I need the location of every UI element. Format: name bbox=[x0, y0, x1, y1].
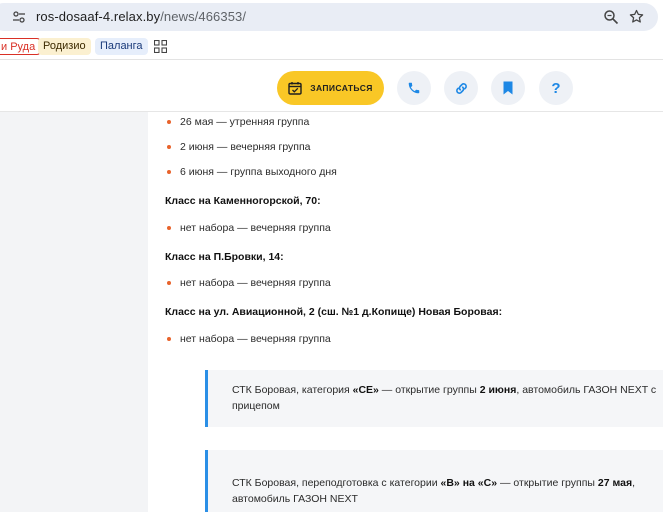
class-heading-aviatsionnaya: Класс на ул. Авиационной, 2 (сш. №1 д.Ко… bbox=[165, 306, 503, 318]
note-category: «B» bbox=[440, 477, 460, 489]
list-item: 26 мая — утренняя группа bbox=[167, 116, 310, 128]
apps-grid-icon[interactable] bbox=[154, 40, 167, 53]
list-item-text: нет набора — вечерняя группа bbox=[180, 277, 331, 289]
bullet-icon bbox=[167, 170, 171, 174]
list-item-text: нет набора — вечерняя группа bbox=[180, 222, 331, 234]
bookmark-palanga[interactable]: Паланга bbox=[95, 38, 148, 55]
note-text: СТК Боровая, категория «CE» — открытие г… bbox=[232, 382, 663, 414]
calendar-check-icon bbox=[288, 82, 302, 95]
article-content: 26 мая — утренняя группа 2 июня — вечерн… bbox=[148, 112, 663, 512]
url-host: ros-dosaaf-4.relax.by bbox=[36, 9, 161, 24]
note-date: 2 июня bbox=[479, 384, 517, 396]
left-gutter bbox=[0, 112, 148, 512]
phone-button[interactable] bbox=[397, 71, 431, 105]
url-path: /news/466353/ bbox=[160, 9, 247, 24]
announcement-note: СТК Боровая, категория «CE» — открытие г… bbox=[205, 370, 663, 427]
site-header: ЗАПИСАТЬСЯ ? bbox=[0, 60, 663, 112]
list-item-text: 2 июня — вечерняя группа bbox=[180, 141, 311, 153]
bookmarks-bar: и Руда Родизио Паланга bbox=[0, 34, 663, 60]
bookmark-ruda[interactable]: и Руда bbox=[0, 38, 42, 55]
class-heading-kamennogorskaya: Класс на Каменногорской, 70: bbox=[165, 195, 321, 207]
bullet-icon bbox=[167, 226, 171, 230]
bullet-icon bbox=[167, 337, 171, 341]
note-text-part: — открытие группы bbox=[378, 384, 480, 396]
help-button[interactable]: ? bbox=[539, 71, 573, 105]
bullet-icon bbox=[167, 281, 171, 285]
address-bar: ros-dosaaf-4.relax.by/news/466353/ bbox=[0, 0, 663, 34]
zoom-icon[interactable] bbox=[603, 9, 619, 25]
bullet-icon bbox=[167, 145, 171, 149]
note-category: «C» bbox=[477, 477, 498, 489]
share-link-button[interactable] bbox=[444, 71, 478, 105]
star-icon[interactable] bbox=[628, 8, 645, 25]
enroll-button[interactable]: ЗАПИСАТЬСЯ bbox=[277, 71, 384, 105]
note-text-part: СТК Боровая, переподготовка с категории bbox=[232, 477, 441, 489]
note-category: «CE» bbox=[352, 384, 379, 396]
help-icon: ? bbox=[551, 79, 561, 97]
note-text-part: СТК Боровая, категория bbox=[232, 384, 353, 396]
url-text[interactable]: ros-dosaaf-4.relax.by/news/466353/ bbox=[36, 9, 246, 24]
bullet-icon bbox=[167, 120, 171, 124]
list-item: нет набора — вечерняя группа bbox=[167, 277, 331, 289]
bookmark-rodizio[interactable]: Родизио bbox=[38, 38, 91, 55]
tune-icon[interactable] bbox=[12, 10, 26, 24]
bookmark-icon bbox=[503, 81, 513, 95]
bookmark-button[interactable] bbox=[491, 71, 525, 105]
note-text-part: — открытие группы bbox=[497, 477, 598, 489]
list-item: нет набора — вечерняя группа bbox=[167, 333, 331, 345]
link-icon bbox=[455, 82, 467, 94]
announcement-note: СТК Боровая, переподготовка с категории … bbox=[205, 450, 663, 512]
list-item: 2 июня — вечерняя группа bbox=[167, 141, 311, 153]
enroll-label: ЗАПИСАТЬСЯ bbox=[310, 83, 373, 93]
list-item: нет набора — вечерняя группа bbox=[167, 222, 331, 234]
note-text: СТК Боровая, переподготовка с категории … bbox=[232, 475, 663, 507]
list-item-text: нет набора — вечерняя группа bbox=[180, 333, 331, 345]
list-item: 6 июня — группа выходного дня bbox=[167, 166, 337, 178]
list-item-text: 6 июня — группа выходного дня bbox=[180, 166, 337, 178]
note-date: 27 мая bbox=[597, 477, 633, 489]
phone-icon bbox=[408, 82, 420, 94]
list-item-text: 26 мая — утренняя группа bbox=[180, 116, 310, 128]
class-heading-brovki: Класс на П.Бровки, 14: bbox=[165, 251, 284, 263]
note-text-bold: на bbox=[462, 477, 475, 489]
